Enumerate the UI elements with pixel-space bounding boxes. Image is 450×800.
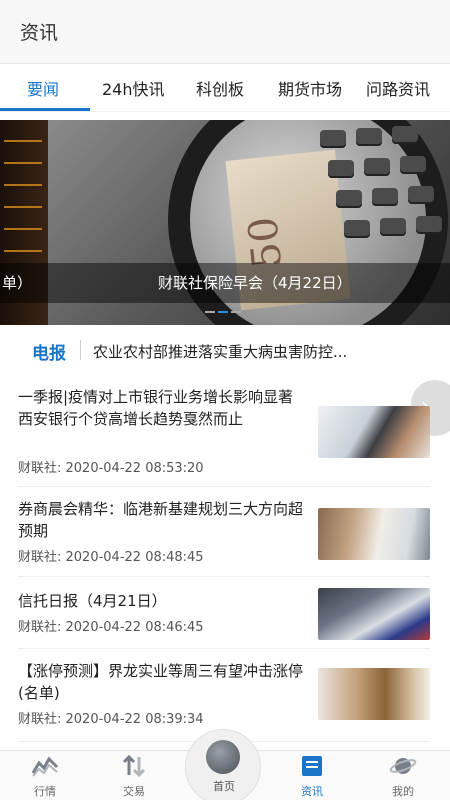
tab-star-market[interactable]: 科创板 bbox=[196, 76, 244, 100]
tabbar-label: 行情 bbox=[34, 785, 56, 798]
news-icon bbox=[302, 756, 322, 776]
news-title[interactable]: 【涨停预测】界龙实业等周三有望冲击涨停(名单) bbox=[18, 660, 308, 704]
slide-dot bbox=[231, 311, 241, 313]
tabbar-label: 我的 bbox=[392, 785, 414, 798]
list-item[interactable]: 一季报|疫情对上市银行业务增长影响显著 西安银行个贷高增长趋势戛然而止 财联社:… bbox=[0, 380, 450, 487]
trade-arrows-icon bbox=[122, 754, 146, 778]
tabbar-item-home[interactable]: 首页 bbox=[185, 729, 261, 800]
tab-futures-market[interactable]: 期货市场 bbox=[278, 76, 342, 100]
previous-slide-caption: 单） bbox=[2, 274, 33, 292]
banner-caption: 财联社保险早会（4月22日） bbox=[158, 274, 352, 292]
bottom-tab-bar: 行情 交易 首页 资讯 我的 bbox=[0, 729, 450, 800]
slide-indicator bbox=[205, 298, 244, 317]
tab-headlines[interactable]: 要闻 bbox=[27, 76, 59, 100]
telegraph-ticker[interactable]: 电报 农业农村部推进落实重大病虫害防控... bbox=[0, 325, 450, 375]
divider bbox=[18, 576, 430, 577]
news-meta: 财联社: 2020-04-22 08:53:20 bbox=[18, 461, 204, 476]
banner-caption-bar: 单） 财联社保险早会（4月22日） bbox=[0, 263, 450, 303]
divider bbox=[18, 648, 430, 649]
divider bbox=[18, 486, 430, 487]
news-title[interactable]: 信托日报（4月21日） bbox=[18, 590, 308, 612]
divider bbox=[80, 340, 81, 360]
tabbar-item-news[interactable]: 资讯 bbox=[282, 755, 342, 799]
tabbar-label: 首页 bbox=[213, 780, 235, 793]
news-meta: 财联社: 2020-04-22 08:48:45 bbox=[18, 550, 204, 565]
app-header: 资讯 bbox=[0, 0, 450, 64]
market-chart-icon bbox=[31, 756, 59, 777]
page-title: 资讯 bbox=[20, 22, 59, 44]
tabbar-label: 交易 bbox=[123, 785, 145, 798]
banner-carousel[interactable]: 50 单） 财联社保险早会（4月22日） bbox=[0, 120, 450, 325]
news-meta: 财联社: 2020-04-22 08:46:45 bbox=[18, 620, 204, 635]
telegraph-label: 电报 bbox=[32, 344, 66, 364]
planet-icon bbox=[389, 758, 417, 774]
news-thumbnail-phone-cards bbox=[318, 406, 430, 458]
news-thumbnail-business-desk bbox=[318, 508, 430, 560]
news-thumbnail-coins bbox=[318, 668, 430, 720]
list-item[interactable]: 信托日报（4月21日） 财联社: 2020-04-22 08:46:45 bbox=[0, 580, 450, 649]
news-thumbnail-credit-cards bbox=[318, 588, 430, 640]
tabbar-label: 资讯 bbox=[301, 785, 323, 798]
globe-icon bbox=[206, 740, 240, 774]
tab-24h-flash[interactable]: 24h快讯 bbox=[102, 76, 165, 100]
news-meta: 财联社: 2020-04-22 08:39:34 bbox=[18, 712, 204, 727]
news-title[interactable]: 一季报|疫情对上市银行业务增长影响显著 西安银行个贷高增长趋势戛然而止 bbox=[18, 386, 308, 430]
category-tabs: 要闻 24h快讯 科创板 期货市场 问路资讯 bbox=[0, 64, 450, 112]
tab-wenlu-news[interactable]: 问路资讯 bbox=[366, 76, 430, 100]
news-title[interactable]: 券商晨会精华：临港新基建规划三大方向超预期 bbox=[18, 498, 308, 542]
active-tab-indicator bbox=[0, 108, 90, 111]
tabbar-item-market[interactable]: 行情 bbox=[15, 755, 75, 799]
slide-dot-active bbox=[218, 311, 228, 313]
tabbar-item-profile[interactable]: 我的 bbox=[373, 755, 433, 799]
slide-dot bbox=[205, 311, 215, 313]
telegraph-headline[interactable]: 农业农村部推进落实重大病虫害防控... bbox=[93, 341, 393, 362]
tabbar-item-trade[interactable]: 交易 bbox=[104, 754, 164, 799]
list-item[interactable]: 券商晨会精华：临港新基建规划三大方向超预期 财联社: 2020-04-22 08… bbox=[0, 488, 450, 577]
